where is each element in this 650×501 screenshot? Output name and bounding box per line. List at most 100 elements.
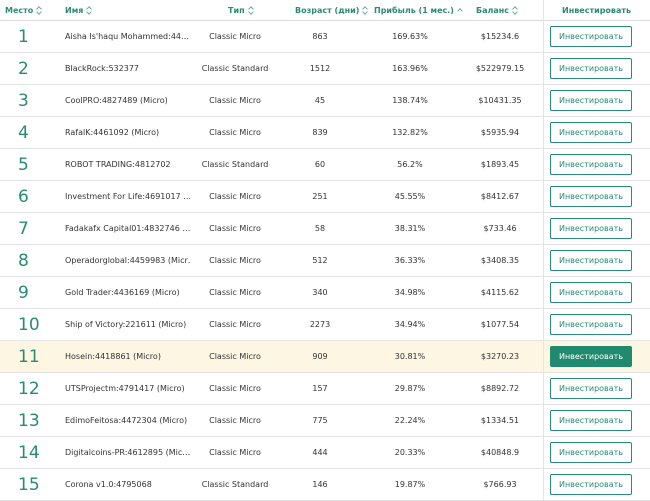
profit-month: 45.55% (394, 192, 426, 201)
table-row[interactable]: 6 Investment For Life:4691017 … Classic Mi… (0, 181, 650, 213)
invest-button[interactable]: Инвестировать (550, 186, 632, 207)
column-divider (543, 0, 544, 500)
profit-month: 34.98% (394, 288, 426, 297)
table-row[interactable]: 13 EdimoFeitosa:4472304 (Micro) Classic Mi… (0, 405, 650, 437)
age-days: 909 (312, 352, 328, 361)
table-row[interactable]: 11 Hosein:4418861 (Micro) Classic Micro 909… (0, 341, 650, 373)
table-row[interactable]: 5 ROBOT TRADING:4812702 Classic Standard 60… (0, 149, 650, 181)
trader-name-link[interactable]: Digitalcoins-PR:4612895 (Mic… (65, 437, 190, 468)
header-invest-label: Инвестировать (562, 5, 632, 15)
account-type: Classic Micro (209, 32, 261, 41)
table-body: 1 Aisha Is'haqu Mohammed:44… Classic Micro… (0, 21, 650, 501)
header-rank[interactable]: Место (5, 0, 43, 20)
trader-name-link[interactable]: Corona v1.0:4795068 (65, 469, 190, 500)
rank-number: 7 (18, 218, 29, 239)
sort-updown-icon[interactable] (362, 6, 369, 15)
table-row[interactable]: 8 Operadorglobal:4459983 (Micr… Classic Mi… (0, 245, 650, 277)
table-row[interactable]: 1 Aisha Is'haqu Mohammed:44… Classic Micro… (0, 21, 650, 53)
balance-value: $40848.9 (480, 448, 520, 457)
age-days: 775 (312, 416, 328, 425)
header-invest: Инвестировать (562, 0, 631, 20)
age-days: 60 (314, 160, 326, 169)
table-row[interactable]: 3 CoolPRO:4827489 (Micro) Classic Micro 45 1… (0, 85, 650, 117)
trader-name-link[interactable]: RafalK:4461092 (Micro) (65, 117, 190, 148)
rank-number: 10 (18, 314, 40, 335)
invest-button[interactable]: Инвестировать (550, 410, 632, 431)
trader-name-link[interactable]: Ship of Victory:221611 (Micro) (65, 309, 190, 340)
header-age[interactable]: Возраст (дни) (295, 0, 369, 20)
trader-name-link[interactable]: Hosein:4418861 (Micro) (65, 341, 190, 372)
profit-month: 34.94% (394, 320, 426, 329)
header-name[interactable]: Имя (65, 0, 93, 20)
trader-name-link[interactable]: UTSProjectm:4791417 (Micro) (65, 373, 190, 404)
table-row[interactable]: 7 Fadakafx Capital01:4832746 … Classic Mic… (0, 213, 650, 245)
sort-up-icon[interactable] (457, 6, 464, 15)
header-balance[interactable]: Баланс (476, 0, 519, 20)
balance-value: $3270.23 (480, 352, 520, 361)
trader-name-link[interactable]: Gold Trader:4436169 (Micro) (65, 277, 190, 308)
account-type: Classic Micro (209, 192, 261, 201)
invest-button[interactable]: Инвестировать (550, 346, 632, 367)
table-row[interactable]: 15 Corona v1.0:4795068 Classic Standard 146… (0, 469, 650, 501)
account-type: Classic Micro (209, 288, 261, 297)
age-days: 444 (312, 448, 328, 457)
account-type: Classic Micro (209, 320, 261, 329)
account-type: Classic Micro (209, 384, 261, 393)
invest-button[interactable]: Инвестировать (550, 378, 632, 399)
table-row[interactable]: 10 Ship of Victory:221611 (Micro) Classic … (0, 309, 650, 341)
table-row[interactable]: 9 Gold Trader:4436169 (Micro) Classic Micr… (0, 277, 650, 309)
table-row[interactable]: 4 RafalK:4461092 (Micro) Classic Micro 839 1… (0, 117, 650, 149)
profit-month: 163.96% (392, 64, 428, 73)
rank-number: 8 (18, 250, 29, 271)
age-days: 146 (312, 480, 328, 489)
table-row[interactable]: 12 UTSProjectm:4791417 (Micro) Classic Mic… (0, 373, 650, 405)
invest-button[interactable]: Инвестировать (550, 474, 632, 495)
sort-updown-icon[interactable] (248, 6, 255, 15)
invest-button[interactable]: Инвестировать (550, 218, 632, 239)
trader-name-link[interactable]: Fadakafx Capital01:4832746 … (65, 213, 190, 244)
balance-value: $5935.94 (480, 128, 520, 137)
trader-name-link[interactable]: Aisha Is'haqu Mohammed:44… (65, 21, 190, 52)
account-type: Classic Micro (209, 352, 261, 361)
table-row[interactable]: 2 BlackRock:532377 Classic Standard 1512 163… (0, 53, 650, 85)
invest-button[interactable]: Инвестировать (550, 250, 632, 271)
balance-value: $766.93 (483, 480, 517, 489)
account-type: Classic Micro (209, 448, 261, 457)
trader-name-link[interactable]: Operadorglobal:4459983 (Micr… (65, 245, 190, 276)
sort-updown-icon[interactable] (86, 6, 93, 15)
invest-button[interactable]: Инвестировать (550, 58, 632, 79)
invest-button[interactable]: Инвестировать (550, 442, 632, 463)
header-profit[interactable]: Прибыль (1 мес.) (374, 0, 464, 20)
invest-button[interactable]: Инвестировать (550, 282, 632, 303)
header-type[interactable]: Тип (228, 0, 255, 20)
sort-updown-icon[interactable] (512, 6, 519, 15)
header-profit-label: Прибыль (1 мес.) (374, 5, 454, 15)
profit-month: 38.31% (394, 224, 426, 233)
trader-name-link[interactable]: ROBOT TRADING:4812702 (65, 149, 190, 180)
invest-button[interactable]: Инвестировать (550, 26, 632, 47)
profit-month: 169.63% (392, 32, 428, 41)
balance-value: $8892.72 (480, 384, 520, 393)
trader-name-link[interactable]: BlackRock:532377 (65, 53, 190, 84)
trader-name-link[interactable]: CoolPRO:4827489 (Micro) (65, 85, 190, 116)
trader-name-link[interactable]: Investment For Life:4691017 … (65, 181, 190, 212)
profit-month: 36.33% (394, 256, 426, 265)
balance-value: $1077.54 (480, 320, 520, 329)
sort-updown-icon[interactable] (36, 6, 43, 15)
invest-button[interactable]: Инвестировать (550, 90, 632, 111)
rank-number: 15 (18, 474, 40, 495)
rank-number: 6 (18, 186, 29, 207)
invest-button[interactable]: Инвестировать (550, 154, 632, 175)
profit-month: 138.74% (392, 96, 428, 105)
account-type: Classic Standard (201, 480, 269, 489)
table-row[interactable]: 14 Digitalcoins-PR:4612895 (Mic… Classic M… (0, 437, 650, 469)
age-days: 58 (314, 224, 326, 233)
header-age-label: Возраст (дни) (295, 5, 360, 15)
trader-name-link[interactable]: EdimoFeitosa:4472304 (Micro) (65, 405, 190, 436)
invest-button[interactable]: Инвестировать (550, 314, 632, 335)
profit-month: 56.2% (397, 160, 423, 169)
rank-number: 12 (18, 378, 40, 399)
age-days: 1512 (309, 64, 331, 73)
invest-button[interactable]: Инвестировать (550, 122, 632, 143)
rank-number: 9 (18, 282, 29, 303)
